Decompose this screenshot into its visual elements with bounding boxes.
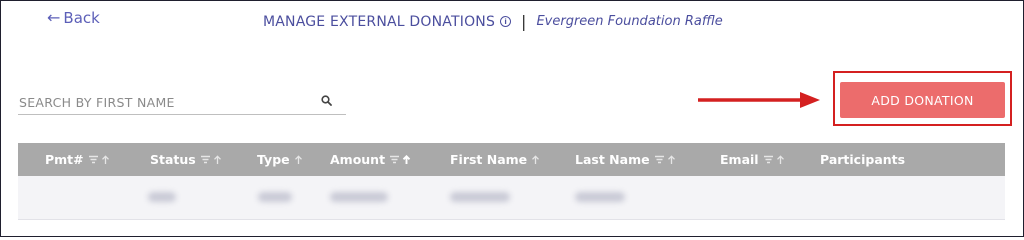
sort-arrow-up-icon[interactable]: [101, 154, 110, 165]
column-header-participants: Participants: [820, 143, 905, 176]
column-header-last-name[interactable]: Last Name: [575, 143, 676, 176]
blurred-cell-status: [148, 192, 176, 202]
sort-arrow-up-icon[interactable]: [667, 154, 676, 165]
filter-icon[interactable]: [763, 155, 774, 164]
column-label: Status: [150, 152, 196, 167]
sort-arrow-up-icon[interactable]: [294, 154, 303, 165]
column-header-first-name[interactable]: First Name: [450, 143, 540, 176]
filter-icon[interactable]: [389, 155, 400, 164]
back-label: Back: [63, 9, 100, 27]
column-label: Email: [720, 152, 759, 167]
sort-arrow-up-icon[interactable]: [213, 154, 222, 165]
table-header: Pmt# Status Type Amount First Name Last …: [18, 143, 1005, 176]
column-label: Last Name: [575, 152, 650, 167]
filter-icon[interactable]: [88, 155, 99, 164]
blurred-cell-type: [258, 192, 292, 202]
column-label: Amount: [330, 152, 386, 167]
table-row[interactable]: [18, 176, 1005, 220]
column-header-amount[interactable]: Amount: [330, 143, 411, 176]
arrow-left-icon: ←: [47, 8, 61, 27]
blurred-cell-amount: [330, 192, 388, 202]
add-donation-button[interactable]: ADD DONATION: [840, 82, 1005, 118]
column-label: Participants: [820, 152, 906, 167]
annotation-arrow-icon: [698, 92, 820, 108]
search-icon[interactable]: [321, 95, 332, 106]
sort-arrow-up-icon[interactable]: [776, 154, 785, 165]
column-header-status[interactable]: Status: [150, 143, 222, 176]
page-title: MANAGE EXTERNAL DONATIONS: [263, 13, 496, 30]
page-header: MANAGE EXTERNAL DONATIONS i | Evergreen …: [263, 12, 723, 31]
header-separator: |: [521, 12, 527, 31]
column-label: First Name: [450, 152, 528, 167]
column-header-pmt[interactable]: Pmt#: [45, 143, 110, 176]
column-label: Pmt#: [45, 152, 84, 167]
back-link[interactable]: ← Back: [47, 9, 100, 27]
column-header-type[interactable]: Type: [257, 143, 303, 176]
sort-arrow-up-icon[interactable]: [531, 154, 540, 165]
search-box: [18, 90, 346, 115]
filter-icon[interactable]: [654, 155, 665, 164]
blurred-cell-last-name: [575, 192, 625, 202]
search-input[interactable]: [18, 94, 309, 110]
column-label: Type: [257, 152, 290, 167]
blurred-cell-first-name: [450, 192, 510, 202]
info-icon[interactable]: i: [500, 16, 512, 27]
sort-arrow-up-icon[interactable]: [402, 154, 411, 165]
event-name: Evergreen Foundation Raffle: [536, 14, 723, 29]
column-header-email[interactable]: Email: [720, 143, 785, 176]
filter-icon[interactable]: [200, 155, 211, 164]
